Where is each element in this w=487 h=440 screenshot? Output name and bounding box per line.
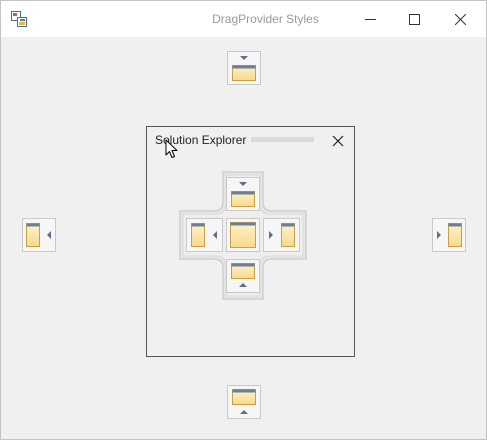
- mouse-cursor-icon: [165, 139, 178, 158]
- maximize-button[interactable]: [391, 1, 437, 37]
- panel-close-button[interactable]: [330, 133, 346, 149]
- dock-left-icon: [22, 218, 56, 252]
- panel-drag-grip[interactable]: [251, 137, 314, 142]
- dock-compass: [179, 171, 307, 300]
- dock-left-button[interactable]: [22, 218, 56, 252]
- close-button[interactable]: [437, 1, 483, 37]
- dock-top-button[interactable]: [227, 51, 261, 85]
- close-icon: [454, 13, 466, 25]
- dock-bottom-button[interactable]: [227, 385, 261, 419]
- dock-right-button[interactable]: [432, 218, 466, 252]
- minimize-icon: [364, 14, 376, 25]
- close-icon: [332, 135, 344, 147]
- dock-inner-top[interactable]: [226, 177, 260, 211]
- app-window: DragProvider Styles Solution Explorer: [0, 0, 487, 440]
- dock-bottom-icon: [227, 385, 261, 419]
- dock-inner-left[interactable]: [186, 218, 223, 252]
- minimize-button[interactable]: [347, 1, 393, 37]
- title-bar[interactable]: DragProvider Styles: [1, 1, 486, 37]
- dock-inner-center[interactable]: [226, 218, 260, 252]
- dock-inner-bottom[interactable]: [226, 259, 260, 293]
- dock-inner-right[interactable]: [263, 218, 300, 252]
- dock-top-icon: [227, 51, 261, 85]
- maximize-icon: [408, 13, 420, 25]
- dock-right-icon: [432, 218, 466, 252]
